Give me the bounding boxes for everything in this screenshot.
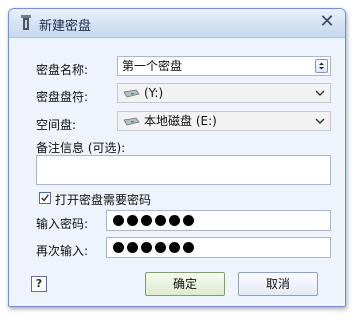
- chevron-down-icon[interactable]: [314, 88, 326, 98]
- require-password-label[interactable]: 打开密盘需要密码: [55, 191, 151, 208]
- ok-button[interactable]: 确定: [145, 272, 225, 296]
- drive-icon: [123, 117, 140, 125]
- dialog-title: 新建密盘: [39, 19, 92, 34]
- note-label: 备注信息 (可选):: [36, 141, 126, 155]
- space-disk-select[interactable]: 本地磁盘 (E:): [117, 111, 331, 131]
- checkmark-icon: [41, 194, 49, 202]
- require-password-checkbox[interactable]: [39, 192, 51, 204]
- drive-letter-value: (Y:): [144, 86, 164, 100]
- drive-icon: [123, 89, 140, 97]
- disk-name-value: 第一个密盘: [122, 59, 183, 73]
- confirm-password-mask: [113, 240, 197, 254]
- cancel-button[interactable]: 取消: [238, 272, 318, 296]
- space-disk-label: 空间盘:: [36, 118, 77, 132]
- confirm-password-label: 再次输入:: [36, 244, 89, 258]
- spin-icon[interactable]: [315, 59, 328, 73]
- password-label: 输入密码:: [36, 217, 89, 231]
- help-button[interactable]: ?: [31, 276, 47, 292]
- password-mask: [113, 213, 197, 227]
- drive-letter-select[interactable]: (Y:): [117, 83, 331, 103]
- close-icon[interactable]: ✕: [317, 12, 337, 32]
- confirm-password-input[interactable]: [106, 237, 331, 258]
- drive-letter-label: 密盘盘符:: [36, 90, 89, 104]
- app-icon: [21, 15, 31, 30]
- title-bar[interactable]: 新建密盘 ✕: [9, 9, 345, 38]
- new-secret-disk-dialog: 新建密盘 ✕ 密盘名称: 第一个密盘 密盘盘符: (Y:) 空间盘: 本地磁盘 …: [8, 8, 346, 307]
- password-input[interactable]: [106, 210, 331, 231]
- space-disk-value: 本地磁盘 (E:): [144, 114, 217, 128]
- chevron-down-icon[interactable]: [314, 116, 326, 126]
- disk-name-field[interactable]: 第一个密盘: [117, 56, 331, 76]
- note-input[interactable]: [36, 155, 331, 185]
- disk-name-label: 密盘名称:: [36, 63, 89, 77]
